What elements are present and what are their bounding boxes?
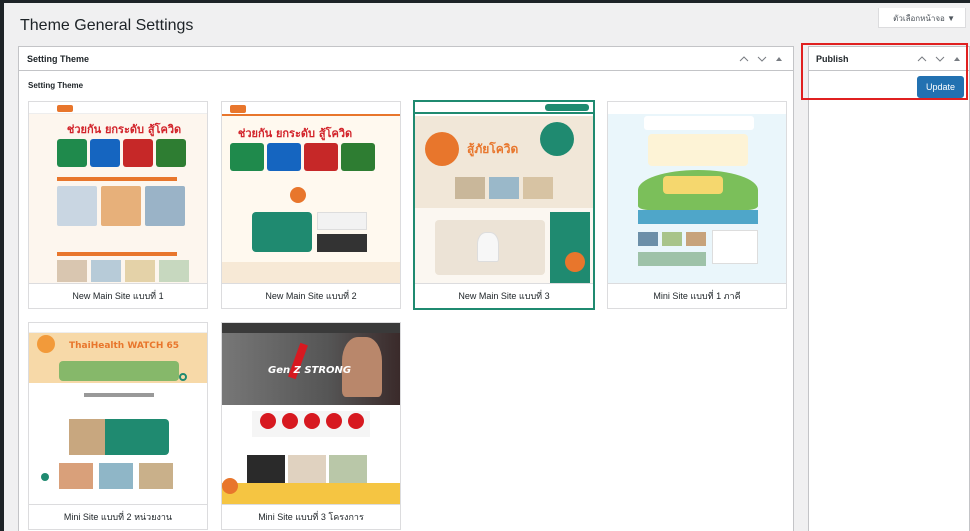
theme-thumbnail	[608, 102, 786, 284]
setting-theme-box: Setting Theme Setting Theme ช่วยกัน ยกระ…	[18, 46, 794, 531]
theme-thumbnail: ช่วยกัน ยกระดับ สู้โควิด	[222, 102, 400, 284]
move-up-icon[interactable]	[917, 55, 927, 63]
theme-label: Mini Site แบบที่ 1 ภาคี	[608, 283, 786, 308]
move-up-icon[interactable]	[739, 55, 749, 63]
box-handles	[739, 55, 785, 63]
toggle-panel-icon[interactable]	[953, 55, 963, 63]
theme-thumbnail: ThaiHealth WATCH 65	[29, 323, 207, 505]
move-down-icon[interactable]	[935, 55, 945, 63]
theme-headline: สู้ภัยโควิด	[467, 142, 519, 156]
screen-options-button[interactable]: ตัวเลือกหน้าจอ ▼	[878, 8, 966, 28]
theme-option-main-2[interactable]: ช่วยกัน ยกระดับ สู้โควิด New Main Site แ…	[221, 101, 401, 309]
theme-headline: ThaiHealth WATCH 65	[69, 341, 180, 351]
top-border	[0, 0, 970, 3]
publish-header: Publish	[809, 47, 969, 71]
toggle-panel-icon[interactable]	[775, 55, 785, 63]
theme-headline: Gen Z STRONG	[268, 365, 352, 376]
theme-thumbnail: ช่วยกัน ยกระดับ สู้โควิด	[29, 102, 207, 284]
move-down-icon[interactable]	[757, 55, 767, 63]
publish-title: Publish	[816, 53, 849, 64]
theme-option-mini-2[interactable]: ThaiHealth WATCH 65 Mini Site แบบที่ 2 ห…	[28, 322, 208, 530]
theme-label: Mini Site แบบที่ 3 โครงการ	[222, 504, 400, 529]
update-button[interactable]: Update	[916, 76, 964, 98]
left-border	[0, 0, 4, 531]
theme-label: Mini Site แบบที่ 2 หน่วยงาน	[29, 504, 207, 529]
publish-handles	[917, 55, 963, 63]
theme-option-mini-3[interactable]: Gen Z STRONG Mini Site แบบที่ 3 โครงการ	[221, 322, 401, 530]
theme-headline: ช่วยกัน ยกระดับ สู้โควิด	[237, 127, 353, 140]
setting-theme-header: Setting Theme	[19, 47, 793, 71]
theme-label: New Main Site แบบที่ 1	[29, 283, 207, 308]
theme-option-main-1[interactable]: ช่วยกัน ยกระดับ สู้โควิด New Main Site แ…	[28, 101, 208, 309]
theme-headline: ช่วยกัน ยกระดับ สู้โควิด	[66, 123, 182, 136]
theme-option-mini-1[interactable]: Mini Site แบบที่ 1 ภาคี	[607, 101, 787, 309]
setting-theme-subtitle: Setting Theme	[28, 81, 84, 90]
publish-box: Publish Update	[808, 46, 970, 531]
theme-option-main-3[interactable]: สู้ภัยโควิด New Main Site แบบที่ 3	[414, 101, 594, 309]
theme-thumbnail: Gen Z STRONG	[222, 323, 400, 505]
setting-theme-title: Setting Theme	[27, 53, 90, 64]
page-title: Theme General Settings	[20, 17, 194, 34]
theme-label: New Main Site แบบที่ 3	[415, 283, 593, 308]
theme-thumbnail: สู้ภัยโควิด	[415, 102, 593, 284]
theme-label: New Main Site แบบที่ 2	[222, 283, 400, 308]
